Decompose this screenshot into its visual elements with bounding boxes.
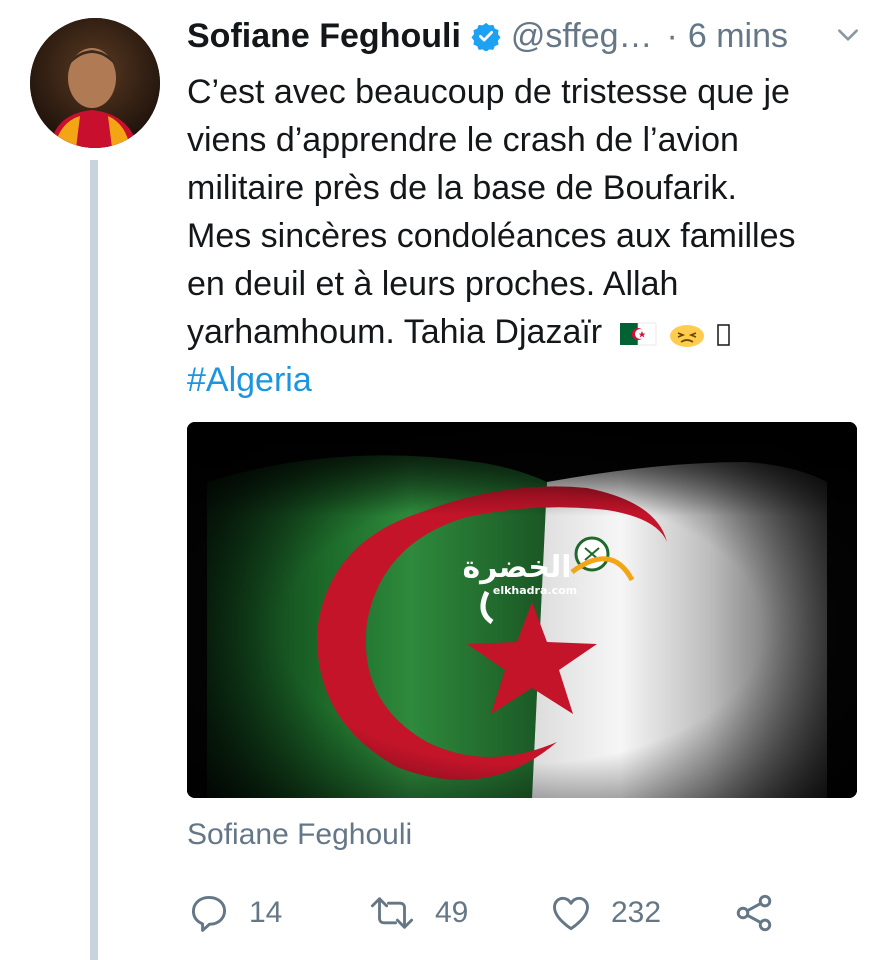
like-button[interactable]: 232	[549, 888, 661, 938]
header-separator: ·	[666, 16, 678, 55]
tweet-text-line: C’est avec beaucoup de tristesse que je	[187, 73, 790, 111]
tweet-text-last-line: yarhamhoum. Tahia Djazaïr	[187, 308, 867, 356]
tweet-text: C’est avec beaucoup de tristesse que je …	[187, 68, 867, 404]
avatar-image	[30, 18, 160, 148]
timestamp[interactable]: 6 mins	[688, 17, 788, 56]
tweet-text-line: viens d’apprendre le crash de l’avion	[187, 121, 739, 159]
algeria-flag-emoji-icon	[619, 322, 656, 346]
verified-badge-icon	[471, 22, 501, 51]
like-count: 232	[611, 896, 662, 929]
tweet-actions: 14 49 232	[187, 888, 807, 938]
reply-icon	[191, 895, 227, 932]
tweet-text-line: Mes sincères condoléances aux familles	[187, 217, 796, 255]
chevron-down-icon[interactable]	[835, 22, 861, 48]
retweet-count: 49	[435, 896, 469, 929]
retweet-icon	[370, 897, 414, 929]
reply-button[interactable]: 14	[187, 888, 282, 938]
tweet-text-line: militaire près de la base de Boufarik.	[187, 169, 737, 207]
hashtag-link[interactable]: #Algeria	[187, 356, 867, 404]
card-title[interactable]: Sofiane Feghouli	[187, 818, 412, 852]
tweet-media-image[interactable]: الخضرة elkhadra.com	[187, 422, 857, 798]
tweet-header: Sofiane Feghouli @sffeg… · 6 mins	[187, 14, 867, 58]
avatar[interactable]	[30, 18, 160, 148]
share-button[interactable]	[732, 888, 776, 938]
retweet-button[interactable]: 49	[367, 888, 468, 938]
share-icon	[736, 894, 772, 932]
thread-line	[90, 160, 98, 960]
display-name[interactable]: Sofiane Feghouli	[187, 17, 461, 56]
reply-count: 14	[249, 896, 283, 929]
tweet-text-line: yarhamhoum. Tahia Djazaïr	[187, 313, 603, 351]
watermark-arabic-text: الخضرة	[462, 550, 571, 585]
tweet-text-line: en deuil et à leurs proches. Allah	[187, 265, 679, 303]
missing-glyph-icon	[717, 324, 731, 346]
heart-icon	[553, 896, 589, 931]
algeria-flag-image: الخضرة elkhadra.com	[187, 422, 857, 798]
watermark-site-text: elkhadra.com	[493, 584, 577, 597]
persevering-face-emoji-icon	[670, 325, 705, 348]
user-handle[interactable]: @sffeg…	[511, 17, 653, 56]
